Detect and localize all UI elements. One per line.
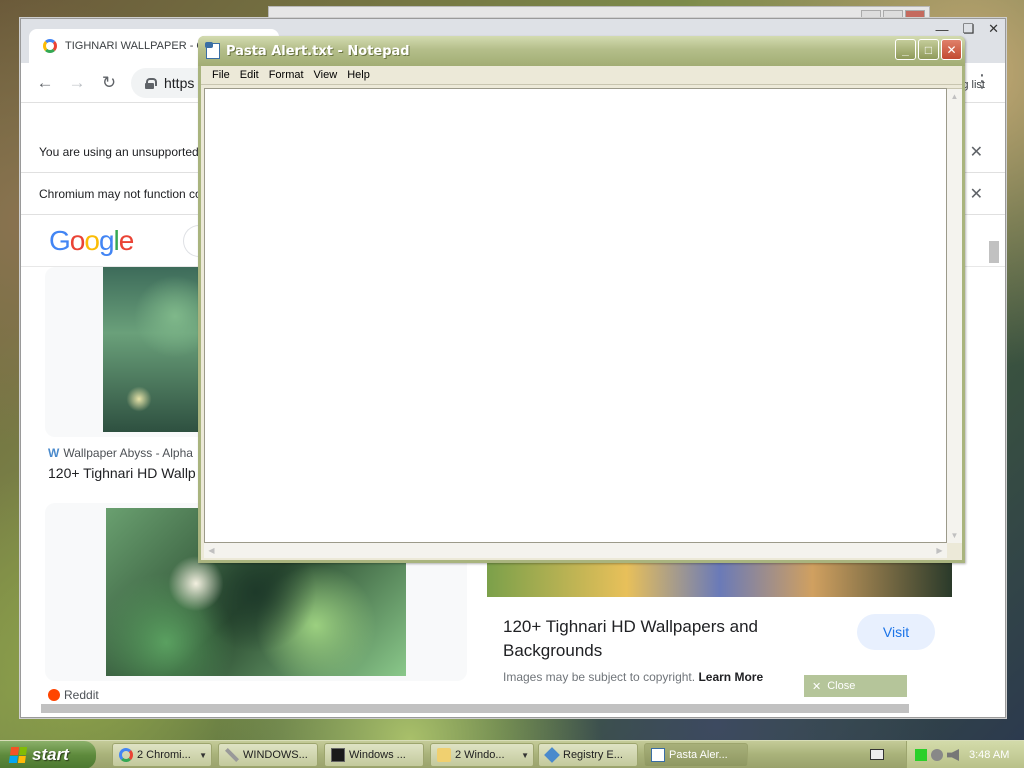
wrench-icon: [225, 748, 239, 762]
result-source[interactable]: Reddit: [48, 688, 99, 702]
chrome-icon: [119, 748, 133, 762]
taskbar-item-windows-tool[interactable]: WINDOWS...: [218, 743, 318, 767]
menu-view[interactable]: View: [309, 69, 343, 81]
notepad-window-controls: _ □ ✕: [895, 39, 962, 60]
network-status-icon[interactable]: [915, 749, 927, 761]
vertical-scrollbar[interactable]: [987, 231, 1001, 696]
reddit-icon: [48, 689, 60, 701]
close-icon[interactable]: ✕: [970, 184, 983, 204]
scrollbar-thumb[interactable]: [989, 241, 999, 263]
taskbar-item-explorer[interactable]: 2 Windo... ▼: [430, 743, 534, 767]
notepad-menubar: File Edit Format View Help: [201, 66, 962, 85]
google-favicon-icon: [43, 39, 57, 53]
vertical-scrollbar[interactable]: ▲ ▼: [947, 88, 962, 543]
start-button[interactable]: start: [0, 741, 96, 768]
menu-file[interactable]: File: [207, 69, 235, 81]
close-icon[interactable]: ✕: [970, 142, 983, 162]
windows-logo-icon: [8, 747, 28, 763]
result-title[interactable]: 120+ Tighnari HD Wallp: [48, 465, 196, 481]
scroll-left-icon[interactable]: ◀: [204, 543, 219, 558]
folder-icon: [437, 748, 451, 762]
disk-icon[interactable]: [931, 749, 943, 761]
learn-more-link[interactable]: Learn More: [698, 670, 763, 684]
lock-icon[interactable]: [145, 77, 157, 89]
menu-help[interactable]: Help: [342, 69, 375, 81]
notepad-icon: [651, 748, 665, 762]
volume-icon[interactable]: [947, 749, 959, 761]
maximize-icon[interactable]: □: [918, 39, 939, 60]
resize-grip-icon[interactable]: [947, 543, 962, 558]
system-tray: 3:48 AM: [906, 741, 1024, 768]
minimize-icon[interactable]: _: [895, 39, 916, 60]
infobar-text: You are using an unsupported: [39, 144, 199, 159]
forward-arrow-icon[interactable]: →: [65, 71, 89, 95]
back-arrow-icon[interactable]: ←: [33, 71, 57, 95]
visit-button[interactable]: Visit: [857, 614, 935, 650]
menu-format[interactable]: Format: [264, 69, 309, 81]
result-source[interactable]: W Wallpaper Abyss - Alpha: [48, 446, 193, 460]
close-icon[interactable]: ✕: [988, 21, 999, 37]
taskbar-item-command-prompt[interactable]: Windows ...: [324, 743, 424, 767]
taskbar-item-chromium[interactable]: 2 Chromi... ▼: [112, 743, 212, 767]
scroll-right-icon[interactable]: ▶: [932, 543, 947, 558]
taskbar-item-registry-editor[interactable]: Registry E...: [538, 743, 638, 767]
notepad-icon[interactable]: [205, 42, 220, 59]
menu-edit[interactable]: Edit: [235, 69, 264, 81]
horizontal-scrollbar[interactable]: [27, 701, 982, 715]
horizontal-scrollbar[interactable]: ◀ ▶: [204, 543, 947, 558]
chevron-down-icon: ▼: [199, 750, 207, 760]
scroll-up-icon[interactable]: ▲: [947, 89, 962, 104]
window-title: Pasta Alert.txt - Notepad: [226, 43, 410, 59]
preview-title[interactable]: 120+ Tighnari HD Wallpapers and Backgrou…: [503, 615, 823, 663]
keyboard-layout-icon[interactable]: [870, 749, 884, 760]
wallpaper-abyss-icon: W: [48, 446, 60, 460]
registry-editor-icon: [544, 747, 560, 763]
taskbar: start 2 Chromi... ▼ WINDOWS... Windows .…: [0, 740, 1024, 768]
google-logo[interactable]: Google: [49, 225, 134, 257]
address-text: https: [164, 75, 195, 91]
close-icon: ✕: [812, 680, 822, 693]
restore-icon[interactable]: ❏: [962, 21, 974, 37]
chromium-window-controls: — ❏ ✕: [935, 21, 999, 37]
notepad-titlebar[interactable]: Pasta Alert.txt - Notepad _ □ ✕: [198, 36, 965, 66]
reading-list-button[interactable]: g list: [962, 79, 985, 91]
minimize-icon[interactable]: —: [935, 22, 948, 37]
infobar-text: Chromium may not function co: [39, 186, 202, 201]
notepad-window: Pasta Alert.txt - Notepad _ □ ✕ File Edi…: [198, 36, 965, 563]
reload-icon[interactable]: ↻: [97, 71, 121, 95]
copyright-notice: Images may be subject to copyright. Lear…: [503, 670, 764, 684]
notepad-text-area[interactable]: [204, 88, 947, 543]
taskbar-item-notepad[interactable]: Pasta Aler...: [644, 743, 748, 767]
tab-title: TIGHNARI WALLPAPER - G: [65, 40, 205, 52]
chevron-down-icon: ▼: [521, 750, 529, 760]
close-tooltip[interactable]: ✕ Close: [804, 675, 907, 697]
close-icon[interactable]: ✕: [941, 39, 962, 60]
command-prompt-icon: [331, 748, 345, 762]
scroll-down-icon[interactable]: ▼: [947, 528, 962, 543]
scrollbar-thumb[interactable]: [41, 704, 909, 713]
clock[interactable]: 3:48 AM: [969, 749, 1009, 761]
